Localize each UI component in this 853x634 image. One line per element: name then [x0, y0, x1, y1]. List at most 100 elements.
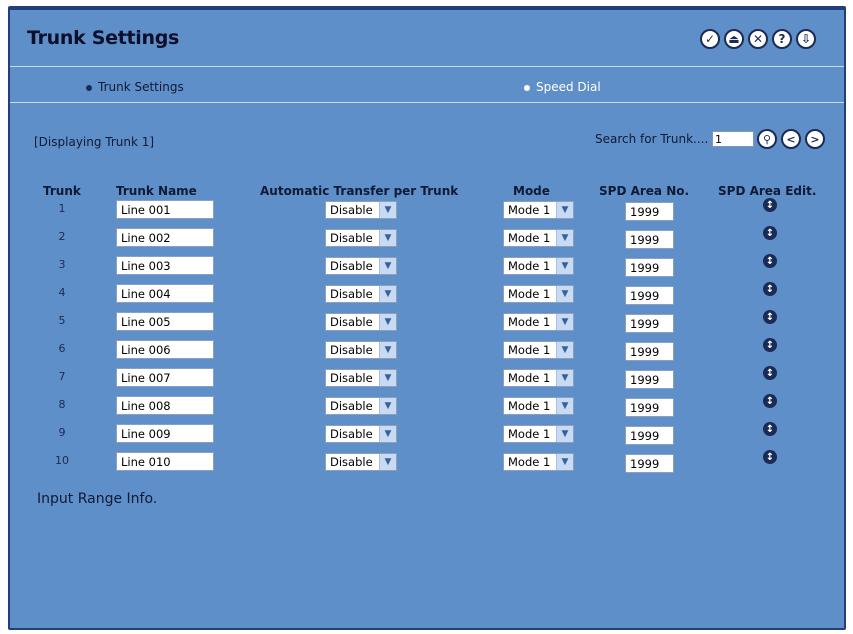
- auto-transfer-value: Disable: [330, 427, 373, 441]
- spd-edit-icon[interactable]: ↕: [763, 198, 777, 212]
- trunk-number: 3: [58, 258, 66, 271]
- mode-select[interactable]: Mode 1 ▼: [503, 453, 574, 471]
- spd-area-input[interactable]: [625, 426, 674, 445]
- trunk-name-input[interactable]: [116, 200, 214, 219]
- auto-transfer-select[interactable]: Disable ▼: [325, 341, 397, 359]
- chevron-down-icon[interactable]: ▼: [379, 398, 396, 414]
- search-input[interactable]: [712, 131, 754, 147]
- trunk-number: 2: [58, 230, 66, 243]
- chevron-down-icon[interactable]: ▼: [556, 258, 573, 274]
- spd-area-input[interactable]: [625, 454, 674, 473]
- tab-speed-dial-label: Speed Dial: [536, 80, 601, 94]
- header-trunk: Trunk: [43, 184, 81, 198]
- auto-transfer-select[interactable]: Disable ▼: [325, 229, 397, 247]
- search-icon[interactable]: ⚲: [757, 129, 777, 149]
- auto-transfer-select[interactable]: Disable ▼: [325, 397, 397, 415]
- save-icon[interactable]: ⏏: [724, 29, 744, 49]
- mode-select[interactable]: Mode 1 ▼: [503, 285, 574, 303]
- spd-area-input[interactable]: [625, 314, 674, 333]
- trunk-name-input[interactable]: [116, 284, 214, 303]
- mode-select[interactable]: Mode 1 ▼: [503, 369, 574, 387]
- tab-speed-dial[interactable]: Speed Dial: [524, 80, 601, 94]
- chevron-down-icon[interactable]: ▼: [556, 426, 573, 442]
- chevron-down-icon[interactable]: ▼: [556, 342, 573, 358]
- chevron-down-icon[interactable]: ▼: [379, 314, 396, 330]
- mode-select[interactable]: Mode 1 ▼: [503, 201, 574, 219]
- auto-transfer-select[interactable]: Disable ▼: [325, 369, 397, 387]
- spd-area-input[interactable]: [625, 202, 674, 221]
- spd-edit-icon[interactable]: ↕: [763, 254, 777, 268]
- apply-icon[interactable]: ✓: [700, 29, 720, 49]
- close-icon[interactable]: ✕: [748, 29, 768, 49]
- chevron-down-icon[interactable]: ▼: [379, 258, 396, 274]
- auto-transfer-select[interactable]: Disable ▼: [325, 453, 397, 471]
- auto-transfer-select[interactable]: Disable ▼: [325, 285, 397, 303]
- trunk-name-input[interactable]: [116, 256, 214, 275]
- chevron-down-icon[interactable]: ▼: [556, 370, 573, 386]
- auto-transfer-select[interactable]: Disable ▼: [325, 425, 397, 443]
- mode-value: Mode 1: [508, 203, 551, 217]
- auto-transfer-select[interactable]: Disable ▼: [325, 201, 397, 219]
- mode-value: Mode 1: [508, 259, 551, 273]
- trunk-name-input[interactable]: [116, 396, 214, 415]
- spd-area-input[interactable]: [625, 258, 674, 277]
- mode-select[interactable]: Mode 1 ▼: [503, 425, 574, 443]
- spd-edit-icon[interactable]: ↕: [763, 226, 777, 240]
- chevron-down-icon[interactable]: ▼: [379, 342, 396, 358]
- mode-value: Mode 1: [508, 455, 551, 469]
- spd-edit-icon[interactable]: ↕: [763, 366, 777, 380]
- chevron-down-icon[interactable]: ▼: [556, 286, 573, 302]
- trunk-number: 6: [58, 342, 66, 355]
- trunk-number: 1: [58, 202, 66, 215]
- trunk-name-input[interactable]: [116, 368, 214, 387]
- page-title: Trunk Settings: [27, 27, 180, 49]
- trunk-name-input[interactable]: [116, 312, 214, 331]
- chevron-down-icon[interactable]: ▼: [379, 286, 396, 302]
- chevron-down-icon[interactable]: ▼: [379, 370, 396, 386]
- chevron-down-icon[interactable]: ▼: [379, 426, 396, 442]
- mode-value: Mode 1: [508, 399, 551, 413]
- spd-edit-icon[interactable]: ↕: [763, 394, 777, 408]
- trunk-name-input[interactable]: [116, 424, 214, 443]
- spd-edit-icon[interactable]: ↕: [763, 338, 777, 352]
- mode-select[interactable]: Mode 1 ▼: [503, 341, 574, 359]
- spd-area-input[interactable]: [625, 286, 674, 305]
- spd-area-input[interactable]: [625, 342, 674, 361]
- trunk-name-input[interactable]: [116, 452, 214, 471]
- auto-transfer-select[interactable]: Disable ▼: [325, 313, 397, 331]
- active-dot-icon: [86, 84, 92, 91]
- trunk-number: 8: [58, 398, 66, 411]
- auto-transfer-select[interactable]: Disable ▼: [325, 257, 397, 275]
- spd-edit-icon[interactable]: ↕: [763, 310, 777, 324]
- tab-trunk-settings[interactable]: Trunk Settings: [86, 80, 184, 94]
- chevron-down-icon[interactable]: ▼: [556, 202, 573, 218]
- spd-edit-icon[interactable]: ↕: [763, 422, 777, 436]
- spd-area-input[interactable]: [625, 370, 674, 389]
- mode-select[interactable]: Mode 1 ▼: [503, 229, 574, 247]
- trunk-name-input[interactable]: [116, 340, 214, 359]
- trunk-number: 9: [58, 426, 66, 439]
- chevron-down-icon[interactable]: ▼: [556, 314, 573, 330]
- chevron-down-icon[interactable]: ▼: [379, 202, 396, 218]
- chevron-down-icon[interactable]: ▼: [379, 454, 396, 470]
- trunk-name-input[interactable]: [116, 228, 214, 247]
- chevron-down-icon[interactable]: ▼: [556, 454, 573, 470]
- mode-value: Mode 1: [508, 231, 551, 245]
- chevron-down-icon[interactable]: ▼: [556, 230, 573, 246]
- chevron-down-icon[interactable]: ▼: [379, 230, 396, 246]
- header-mode: Mode: [513, 184, 550, 198]
- mode-select[interactable]: Mode 1 ▼: [503, 397, 574, 415]
- exit-icon[interactable]: ⇩: [796, 29, 816, 49]
- mode-select[interactable]: Mode 1 ▼: [503, 313, 574, 331]
- spd-edit-icon[interactable]: ↕: [763, 282, 777, 296]
- mode-value: Mode 1: [508, 371, 551, 385]
- chevron-down-icon[interactable]: ▼: [556, 398, 573, 414]
- previous-icon[interactable]: <: [781, 129, 801, 149]
- spd-area-input[interactable]: [625, 398, 674, 417]
- next-icon[interactable]: >: [805, 129, 825, 149]
- input-range-info: Input Range Info.: [37, 491, 158, 507]
- help-icon[interactable]: ?: [772, 29, 792, 49]
- spd-area-input[interactable]: [625, 230, 674, 249]
- spd-edit-icon[interactable]: ↕: [763, 450, 777, 464]
- mode-select[interactable]: Mode 1 ▼: [503, 257, 574, 275]
